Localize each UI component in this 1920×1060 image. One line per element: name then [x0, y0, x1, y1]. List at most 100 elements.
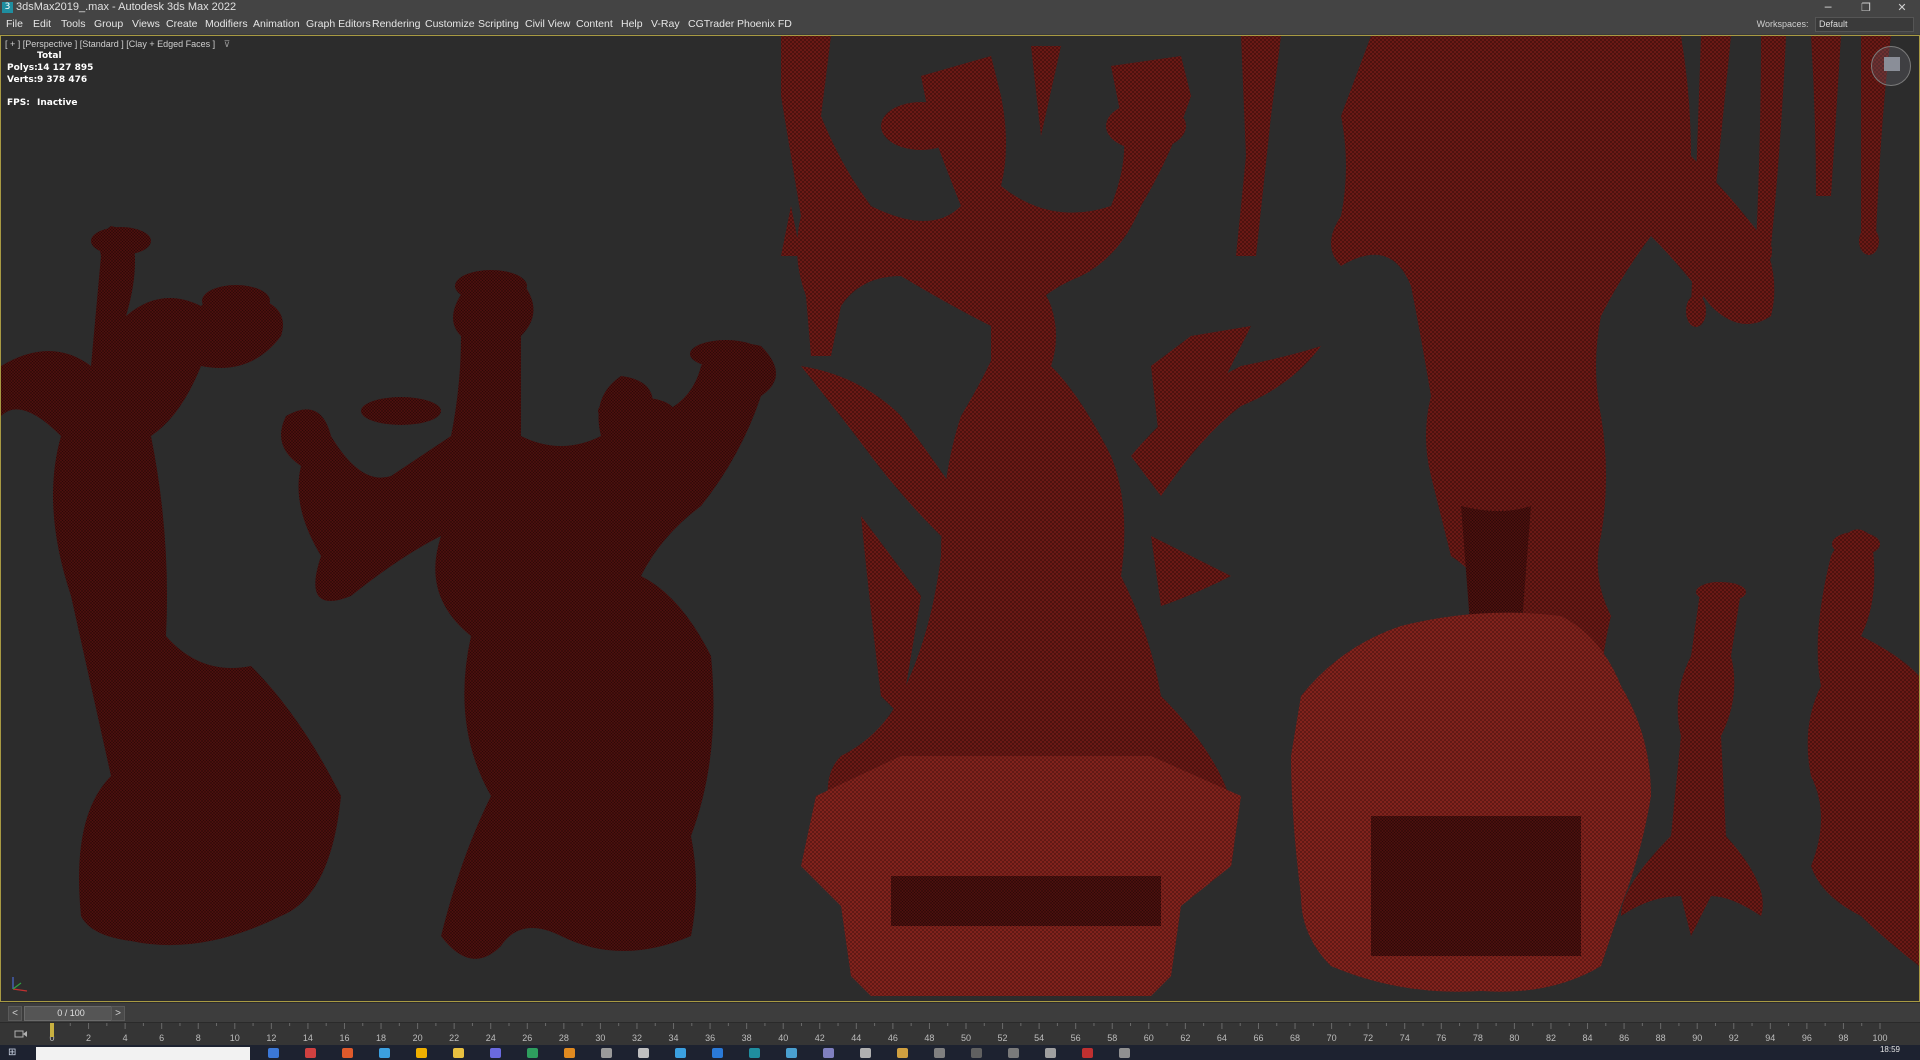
stats-polys-label: Polys: — [7, 63, 38, 73]
taskbar-app-icon[interactable] — [675, 1048, 686, 1058]
restore-button[interactable]: ❐ — [1848, 0, 1884, 15]
taskbar-app-icon[interactable] — [1082, 1048, 1093, 1058]
windows-taskbar: ⊞ 18:59 — [0, 1045, 1920, 1060]
candelabrum-center-left — [281, 270, 776, 959]
track-tick-label: 26 — [522, 1033, 532, 1043]
taskbar-app-icon[interactable] — [1008, 1048, 1019, 1058]
statistics-overlay: Total Polys: 14 127 895 Verts: 9 378 476… — [7, 50, 93, 109]
taskbar-search-box[interactable] — [36, 1047, 250, 1060]
track-tick-label: 42 — [815, 1033, 825, 1043]
taskbar-app-icon[interactable] — [601, 1048, 612, 1058]
close-button[interactable]: ✕ — [1884, 0, 1920, 15]
taskbar-app-icon[interactable] — [638, 1048, 649, 1058]
taskbar-app-icon[interactable] — [1119, 1048, 1130, 1058]
track-tick-label: 38 — [742, 1033, 752, 1043]
filter-icon[interactable]: ⊽ — [224, 39, 231, 49]
taskbar-app-icon[interactable] — [971, 1048, 982, 1058]
menu-help[interactable]: Help — [619, 17, 645, 32]
viewport-label-text[interactable]: [ + ] [Perspective ] [Standard ] [Clay +… — [5, 39, 215, 49]
axis-tripod-icon — [12, 977, 28, 992]
menu-scripting[interactable]: Scripting — [476, 17, 521, 32]
taskbar-app-icon[interactable] — [860, 1048, 871, 1058]
menu-file[interactable]: File — [4, 17, 25, 32]
taskbar-app-icon[interactable] — [490, 1048, 501, 1058]
taskbar-app-icon[interactable] — [268, 1048, 279, 1058]
perspective-viewport[interactable]: [ + ] [Perspective ] [Standard ] [Clay +… — [0, 35, 1920, 1002]
track-tick-label: 86 — [1619, 1033, 1629, 1043]
menu-views[interactable]: Views — [130, 17, 162, 32]
workspaces-label: Workspaces: — [1756, 19, 1809, 29]
viewcube-face[interactable] — [1884, 57, 1900, 71]
app-icon: 3 — [2, 2, 13, 13]
track-tick-label: 70 — [1327, 1033, 1337, 1043]
hexagonal-pedestal — [801, 756, 1241, 996]
stats-polys-value: 14 127 895 — [37, 63, 94, 73]
menu-modifiers[interactable]: Modifiers — [203, 17, 250, 32]
taskbar-app-icon[interactable] — [416, 1048, 427, 1058]
menu-create[interactable]: Create — [164, 17, 200, 32]
track-tick-label: 16 — [339, 1033, 349, 1043]
menu-edit[interactable]: Edit — [31, 17, 53, 32]
track-tick-label: 44 — [851, 1033, 861, 1043]
time-slider-thumb[interactable]: 0 / 100 — [24, 1006, 118, 1021]
viewcube-icon[interactable] — [1871, 46, 1911, 86]
track-tick-label: 78 — [1473, 1033, 1483, 1043]
menu-bar: File Edit Tools Group Views Create Modif… — [0, 15, 1920, 35]
taskbar-app-icon[interactable] — [749, 1048, 760, 1058]
taskbar-app-icon[interactable] — [786, 1048, 797, 1058]
workspaces-selector[interactable]: Workspaces: Default — [1756, 17, 1914, 33]
menu-graph-editors[interactable]: Graph Editors — [304, 17, 373, 32]
menu-tools[interactable]: Tools — [59, 17, 88, 32]
track-tick-label: 14 — [303, 1033, 313, 1043]
track-tick-label: 54 — [1034, 1033, 1044, 1043]
track-tick-label: 64 — [1217, 1033, 1227, 1043]
track-ruler: 0 2 4 6 8 10 12 14 16 18 20 22 24 26 28 30 32 34 36 38 40 42 4… — [49, 1023, 1888, 1043]
workspaces-dropdown[interactable]: Default — [1815, 17, 1914, 33]
taskbar-app-icon[interactable] — [823, 1048, 834, 1058]
track-tick-label: 20 — [413, 1033, 423, 1043]
taskbar-app-icon[interactable] — [897, 1048, 908, 1058]
track-tick-label: 92 — [1729, 1033, 1739, 1043]
title-bar: 3 3dsMax2019_.max - Autodesk 3ds Max 202… — [0, 0, 1920, 15]
taskbar-app-icon[interactable] — [527, 1048, 538, 1058]
current-frame-marker[interactable] — [50, 1023, 54, 1037]
figure-right-edge — [1807, 529, 1919, 966]
taskbar-app-icon[interactable] — [342, 1048, 353, 1058]
menu-animation[interactable]: Animation — [251, 17, 302, 32]
menu-cgtrader[interactable]: CGTrader — [686, 17, 736, 32]
track-tick-label: 72 — [1363, 1033, 1373, 1043]
time-slider-prev-button[interactable]: < — [8, 1006, 22, 1021]
track-tick-label: 98 — [1838, 1033, 1848, 1043]
taskbar-app-icon[interactable] — [379, 1048, 390, 1058]
window-title: 3dsMax2019_.max - Autodesk 3ds Max 2022 — [16, 1, 237, 13]
track-tick-label: 84 — [1583, 1033, 1593, 1043]
track-tick-label: 74 — [1400, 1033, 1410, 1043]
minimize-button[interactable]: ─ — [1810, 0, 1846, 15]
viewport-label[interactable]: [ + ] [Perspective ] [Standard ] [Clay +… — [5, 39, 230, 50]
track-tick-label: 100 — [1872, 1033, 1887, 1043]
menu-phoenix-fd[interactable]: Phoenix FD — [735, 17, 794, 32]
track-bar[interactable]: 0 2 4 6 8 10 12 14 16 18 20 22 24 26 28 30 32 34 36 38 40 42 4… — [0, 1022, 1920, 1046]
menu-customize[interactable]: Customize — [423, 17, 477, 32]
time-slider-next-button[interactable]: > — [111, 1006, 125, 1021]
taskbar-app-icon[interactable] — [305, 1048, 316, 1058]
track-tick-label: 36 — [705, 1033, 715, 1043]
taskbar-app-icon[interactable] — [934, 1048, 945, 1058]
menu-vray[interactable]: V-Ray — [649, 17, 682, 32]
menu-group[interactable]: Group — [92, 17, 125, 32]
track-tick-label: 90 — [1692, 1033, 1702, 1043]
taskbar-app-icon[interactable] — [453, 1048, 464, 1058]
taskbar-app-icon[interactable] — [564, 1048, 575, 1058]
windows-start-icon[interactable]: ⊞ — [8, 1047, 20, 1059]
time-slider[interactable]: < 0 / 100 > — [0, 1003, 1920, 1022]
track-tick-label: 30 — [595, 1033, 605, 1043]
taskbar-app-icon[interactable] — [1045, 1048, 1056, 1058]
taskbar-app-icon[interactable] — [712, 1048, 723, 1058]
menu-content[interactable]: Content — [574, 17, 615, 32]
menu-civil-view[interactable]: Civil View — [523, 17, 572, 32]
track-tick-label: 76 — [1436, 1033, 1446, 1043]
menu-rendering[interactable]: Rendering — [370, 17, 422, 32]
track-tick-label: 48 — [924, 1033, 934, 1043]
track-tick-label: 18 — [376, 1033, 386, 1043]
track-tick-label: 24 — [486, 1033, 496, 1043]
